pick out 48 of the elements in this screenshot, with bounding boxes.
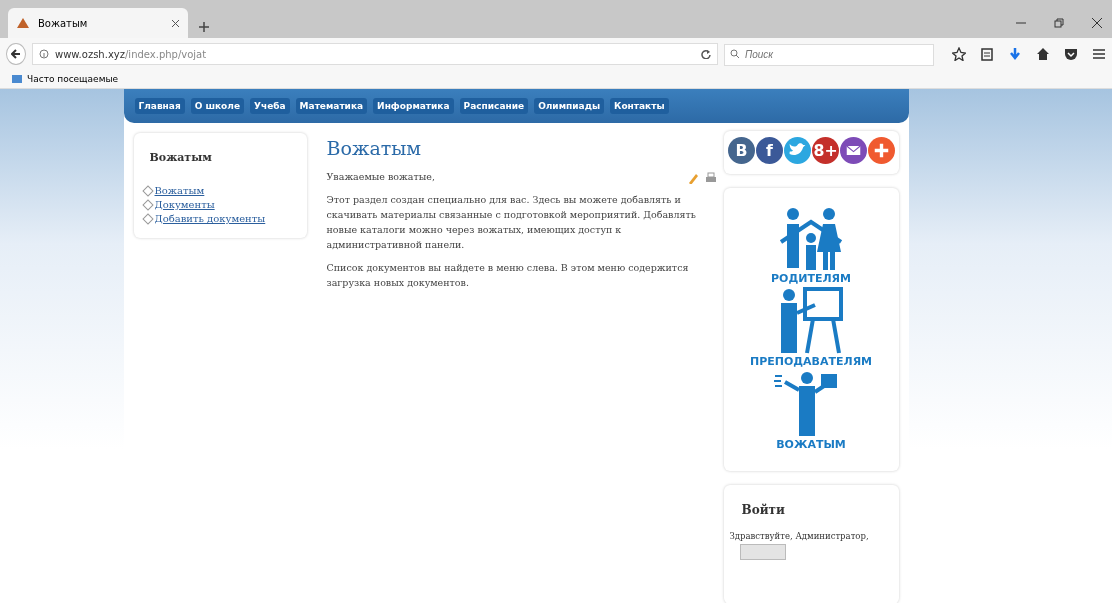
social-icon[interactable]: f	[755, 137, 783, 164]
clipboard-icon[interactable]	[980, 47, 994, 61]
social-icon[interactable]: 8+	[811, 137, 839, 164]
nav-link[interactable]: Олимпиады	[534, 98, 605, 114]
nav-link[interactable]: О школе	[190, 98, 244, 114]
close-icon[interactable]	[1092, 18, 1102, 28]
browser-tab[interactable]: Вожатым	[8, 8, 188, 38]
close-icon[interactable]	[171, 18, 180, 28]
nav-link[interactable]: Расписание	[459, 98, 529, 114]
search-field[interactable]: Поиск	[724, 43, 934, 66]
restore-icon[interactable]	[1054, 18, 1064, 28]
bookmark-folder-icon	[12, 74, 22, 84]
info-icon	[39, 49, 49, 59]
back-button[interactable]	[6, 43, 26, 65]
nav-link[interactable]: Главная	[134, 98, 185, 114]
plus-icon[interactable]	[867, 137, 895, 164]
nav-link[interactable]: Математика	[295, 98, 368, 114]
social-icon[interactable]: B	[727, 137, 755, 164]
mail-icon[interactable]	[839, 137, 867, 164]
url-field[interactable]: www.ozsh.xyz/index.php/vojat	[32, 43, 718, 65]
article-text: Этот раздел создан специально для вас. Здесь вы можете добавлять и скачивать материалы связанные с подготовкой мероприятий. Добавлять новые каталоги можно через вожатых, имеющих доступ к административной панели.	[326, 193, 697, 252]
sidebar-link[interactable]: Документы	[154, 198, 215, 212]
download-icon[interactable]	[1008, 47, 1022, 61]
login-title: Войти	[741, 503, 786, 517]
favicon-icon	[16, 17, 30, 29]
home-icon[interactable]	[1036, 47, 1050, 61]
back-arrow-icon	[11, 49, 21, 59]
print-icon[interactable]	[704, 172, 717, 184]
sidebar-link[interactable]: Вожатым	[154, 184, 205, 198]
nav-link[interactable]: Учеба	[250, 98, 290, 114]
banner-caption[interactable]: ВОЖАТЫМ	[776, 438, 846, 451]
banner-caption[interactable]: ПРЕПОДАВАТЕЛЯМ	[749, 355, 873, 368]
sidebar-title: Вожатым	[149, 151, 213, 164]
new-tab-icon[interactable]	[198, 21, 210, 33]
sidebar-link[interactable]: Добавить документы	[154, 212, 266, 226]
article-title: Вожатым	[326, 137, 423, 159]
bookmark-link[interactable]: Часто посещаемые	[27, 74, 119, 84]
article-text: Уважаемые вожатые,	[326, 170, 435, 184]
nav-link[interactable]: Контакты	[610, 98, 669, 114]
pocket-icon[interactable]	[1064, 47, 1078, 61]
star-icon[interactable]	[952, 47, 966, 61]
nav-link[interactable]: Информатика	[373, 98, 454, 114]
bird-icon[interactable]	[783, 137, 811, 164]
article-text: Список документов вы найдете в меню слева. В этом меню содержится загрузка новых документов.	[326, 261, 690, 290]
menu-icon[interactable]	[1092, 47, 1106, 61]
banner-caption[interactable]: РОДИТЕЛЯМ	[771, 272, 851, 285]
reload-icon[interactable]	[701, 49, 711, 59]
greeting-text: Здравствуйте, Администратор,	[729, 531, 870, 541]
